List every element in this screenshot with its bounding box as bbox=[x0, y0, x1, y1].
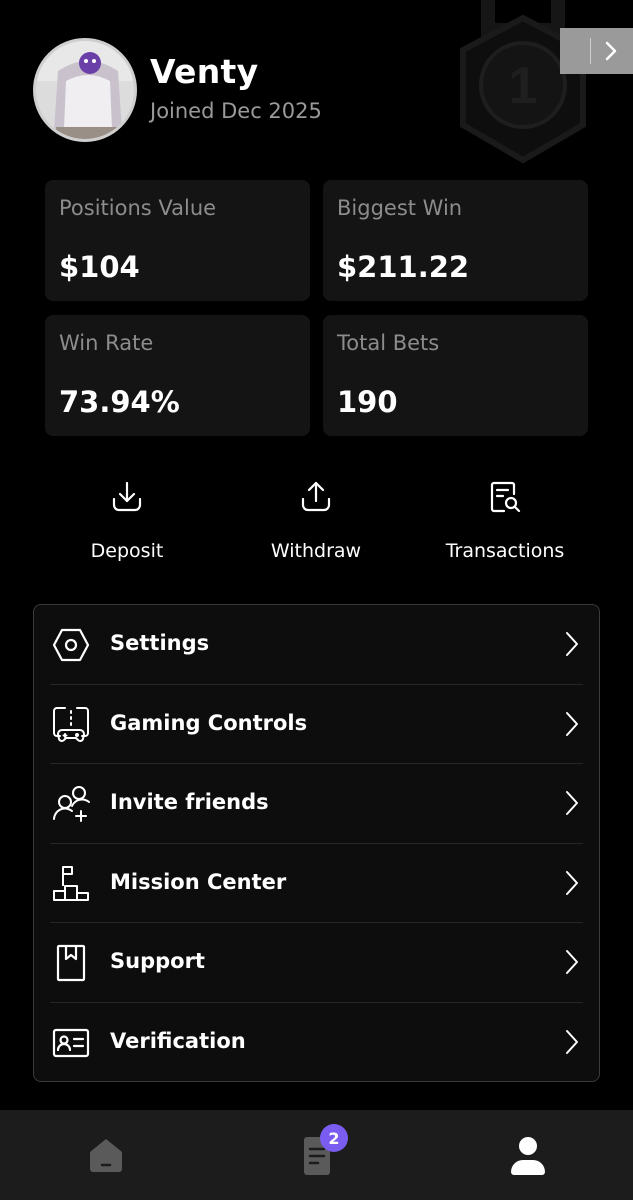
menu-item-settings[interactable]: Settings bbox=[34, 605, 599, 685]
receipt-search-icon bbox=[484, 476, 526, 518]
chevron-right-icon bbox=[566, 1029, 578, 1054]
nav-home[interactable] bbox=[0, 1110, 211, 1200]
stat-value: $211.22 bbox=[337, 250, 470, 284]
nav-bets[interactable]: 2 bbox=[211, 1110, 422, 1200]
menu-item-invite-friends[interactable]: Invite friends bbox=[34, 764, 599, 844]
stat-value: 190 bbox=[337, 385, 398, 419]
menu-label: Invite friends bbox=[110, 790, 269, 814]
menu-item-gaming-controls[interactable]: Gaming Controls bbox=[34, 685, 599, 764]
stat-label: Biggest Win bbox=[337, 196, 463, 220]
transactions-button[interactable]: Transactions bbox=[410, 470, 600, 570]
chevron-right-icon bbox=[566, 632, 578, 656]
id-card-icon bbox=[50, 1023, 92, 1063]
bottom-nav: 2 bbox=[0, 1110, 633, 1200]
separator bbox=[590, 38, 591, 64]
add-user-icon bbox=[50, 784, 92, 824]
menu-item-mission-center[interactable]: Mission Center bbox=[34, 844, 599, 923]
menu-label: Gaming Controls bbox=[110, 710, 308, 735]
user-icon bbox=[510, 1137, 545, 1175]
upload-icon bbox=[295, 476, 337, 518]
stat-label: Positions Value bbox=[59, 196, 217, 220]
hexagon-gear-icon bbox=[50, 625, 92, 665]
menu-label: Mission Center bbox=[110, 869, 287, 894]
chevron-right-icon bbox=[566, 870, 578, 895]
menu-item-verification[interactable]: Verification bbox=[34, 1003, 599, 1083]
deposit-label: Deposit bbox=[90, 540, 164, 562]
next-arrow-button[interactable] bbox=[560, 28, 633, 74]
chevron-right-icon bbox=[566, 950, 578, 974]
menu-label: Support bbox=[110, 949, 205, 973]
rank-number: 1 bbox=[509, 57, 538, 115]
bookmark-book-icon bbox=[50, 943, 92, 983]
avatar[interactable] bbox=[33, 38, 137, 142]
stat-value: $104 bbox=[59, 250, 140, 284]
stat-label: Win Rate bbox=[59, 331, 154, 355]
withdraw-button[interactable]: Withdraw bbox=[221, 470, 411, 570]
menu-label: Verification bbox=[110, 1028, 246, 1053]
stat-label: Total Bets bbox=[337, 331, 440, 355]
rank-medal-icon: 1 bbox=[438, 0, 608, 170]
transactions-label: Transactions bbox=[445, 540, 565, 562]
stat-card-total-bets: Total Bets 190 bbox=[323, 315, 588, 436]
home-icon bbox=[89, 1139, 122, 1172]
withdraw-label: Withdraw bbox=[270, 540, 362, 562]
deposit-button[interactable]: Deposit bbox=[32, 470, 222, 570]
profile-menu: Settings Gaming Controls Invite friends … bbox=[33, 604, 600, 1082]
gamepad-icon bbox=[50, 705, 92, 745]
chevron-right-icon bbox=[605, 41, 616, 61]
podium-flag-icon bbox=[50, 864, 92, 904]
stat-value: 73.94% bbox=[59, 385, 180, 419]
stat-card-biggest-win: Biggest Win $211.22 bbox=[323, 180, 588, 301]
notification-badge: 2 bbox=[320, 1124, 348, 1152]
menu-item-support[interactable]: Support bbox=[34, 923, 599, 1003]
stat-card-positions-value: Positions Value $104 bbox=[45, 180, 310, 301]
username: Venty bbox=[150, 52, 259, 91]
chevron-right-icon bbox=[566, 711, 578, 736]
download-icon bbox=[106, 476, 148, 518]
stat-card-win-rate: Win Rate 73.94% bbox=[45, 315, 310, 436]
joined-date: Joined Dec 2025 bbox=[150, 99, 322, 123]
chevron-right-icon bbox=[566, 791, 578, 815]
menu-label: Settings bbox=[110, 631, 210, 655]
nav-profile[interactable] bbox=[422, 1110, 633, 1200]
